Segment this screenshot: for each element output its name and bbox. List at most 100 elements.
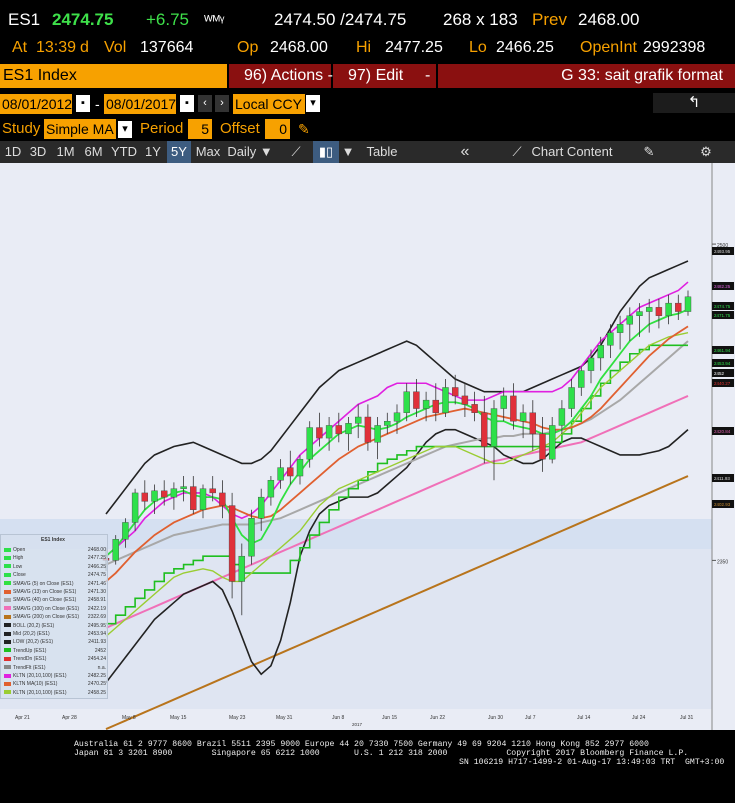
- settings-gear-icon[interactable]: ⚙: [694, 141, 718, 163]
- security-field[interactable]: ES1 Index: [0, 64, 227, 88]
- legend-swatch: [4, 682, 11, 687]
- candle-body: [529, 412, 537, 435]
- actions-button[interactable]: 96) Actions -: [229, 64, 333, 88]
- value-tag-label: 2493.95: [714, 249, 731, 254]
- high-value: 2477.25: [385, 39, 443, 56]
- next-period-icon[interactable]: ›: [215, 95, 229, 112]
- candle-body: [248, 518, 255, 557]
- legend-item-value: 2471.30: [87, 589, 106, 595]
- currency-dropdown-icon[interactable]: ▾: [306, 95, 320, 112]
- legend-item: KLTN MA(10) (ES1) 2470.25: [4, 681, 108, 688]
- price-chart[interactable]: 250023502493.952482.252474.752471.752461…: [0, 163, 735, 730]
- legend-item: KLTN (20,10,100) (ES1) 2482.25: [4, 673, 108, 680]
- x-tick-label: May 31: [276, 715, 293, 721]
- legend-item: SMAVG (40) on Close (ES1) 2458.91: [4, 597, 108, 604]
- legend-swatch: [4, 640, 11, 645]
- bid-ask: 2474.50 /2474.75: [274, 10, 407, 29]
- legend-item: TrendDn (ES1) 2454.24: [4, 656, 108, 663]
- time: 13:39: [36, 39, 77, 56]
- candle-body: [287, 467, 294, 477]
- candle-body: [597, 345, 604, 359]
- range-6m[interactable]: 6M: [81, 141, 106, 163]
- x-tick-label: May 23: [229, 715, 246, 721]
- range-1y[interactable]: 1Y: [142, 141, 164, 163]
- line-chart-icon[interactable]: ⟋: [284, 141, 308, 163]
- offset-input[interactable]: 0: [265, 119, 290, 139]
- legend-item-value: 2470.25: [87, 681, 106, 688]
- ticker[interactable]: ES1: [8, 6, 40, 34]
- candle-body: [403, 391, 410, 413]
- legend-panel: ES1 Index Open 2468.00 High 2477.25 Low 2466.…: [0, 534, 108, 699]
- pencil-icon[interactable]: ✎: [298, 118, 310, 140]
- candle-chart-icon[interactable]: ▮▯: [313, 141, 339, 163]
- at-label: At: [12, 39, 28, 56]
- end-date-input[interactable]: 08/01/2017: [104, 94, 176, 114]
- chart-content-button[interactable]: Chart Content: [530, 141, 614, 163]
- start-date-input[interactable]: 08/01/2012: [0, 94, 72, 114]
- legend-item-name: SMAVG (100) on Close (ES1): [13, 605, 80, 612]
- candle-body: [471, 404, 478, 413]
- open-value: 2468.00: [270, 39, 328, 56]
- range-1d[interactable]: 1D: [2, 141, 24, 163]
- legend-item-name: SMAVG (13) on Close (ES1): [13, 589, 77, 595]
- candle-body: [180, 486, 187, 489]
- candle-body: [461, 395, 469, 405]
- start-calendar-icon[interactable]: ▪: [76, 95, 90, 112]
- legend-item-value: 2477.25: [87, 555, 106, 562]
- legend-item: SMAVG (200) on Close (ES1) 2322.69: [4, 614, 108, 621]
- quote-line-1: ES1 2474.75 +6.75 ᵂᴹᵞ 2474.50 /2474.75 2…: [0, 6, 735, 34]
- range-max[interactable]: Max: [194, 141, 222, 163]
- prev-period-icon[interactable]: ‹: [198, 95, 212, 112]
- legend-swatch: [4, 648, 11, 653]
- edit-button[interactable]: 97) Edit -: [333, 64, 436, 88]
- period-input[interactable]: 5: [188, 119, 212, 139]
- vol-label: Vol: [104, 39, 127, 56]
- chart-content-icon[interactable]: ⟋: [506, 141, 528, 163]
- legend-swatch: [4, 606, 11, 611]
- legend-item: BOLL (20,2) (ES1) 2495.95: [4, 623, 108, 630]
- prev-label: Prev: [532, 10, 567, 29]
- chart-type-dropdown-icon[interactable]: ▼: [340, 141, 356, 163]
- candle-body: [568, 387, 575, 409]
- candle-body: [665, 302, 672, 316]
- table-button[interactable]: Table: [362, 141, 402, 163]
- back-button[interactable]: ↰: [653, 93, 735, 113]
- vol-value: 137664: [140, 39, 194, 56]
- chart-panel[interactable]: 2500 2350 2493.95 2482.25 2474.75 2471.75 2461…: [0, 163, 735, 730]
- collapse-icon[interactable]: «: [452, 141, 478, 163]
- range-3d[interactable]: 3D: [27, 141, 49, 163]
- legend-swatch: [4, 631, 11, 636]
- end-calendar-icon[interactable]: ▪: [180, 95, 194, 112]
- study-select[interactable]: Simple MA: [44, 119, 116, 139]
- legend-item: SMAVG (13) on Close (ES1) 2471.30: [4, 589, 108, 596]
- candle-body: [384, 421, 391, 426]
- x-tick-label: Jun 30: [488, 715, 503, 721]
- range-ytd[interactable]: YTD: [109, 141, 139, 163]
- footer-session-info: SN 106219 H717-1499-2 01-Aug-17 13:49:03…: [459, 758, 725, 767]
- edit-chart-icon[interactable]: ✎: [637, 141, 661, 163]
- range-5y[interactable]: 5Y: [167, 141, 191, 163]
- candle-body: [616, 324, 624, 333]
- legend-item-value: 2452: [94, 647, 106, 654]
- candle-body: [170, 488, 178, 498]
- range-1m[interactable]: 1M: [53, 141, 78, 163]
- candle-body: [374, 425, 381, 443]
- legend-swatch: [4, 547, 11, 552]
- candle-body: [316, 427, 323, 439]
- legend-item-value: 2466.25: [87, 563, 106, 570]
- quote-line-2: At 13:39 d Vol 137664 Op 2468.00 Hi 2477…: [0, 36, 735, 62]
- candle-body: [422, 399, 430, 409]
- value-tag-label: 2474.75: [714, 304, 731, 309]
- x-tick-label: May 15: [170, 715, 187, 721]
- candle-body: [587, 357, 595, 371]
- legend-item-name: KLTN MA(10) (ES1): [13, 681, 58, 688]
- candle-body: [354, 416, 362, 424]
- legend-item-name: LOW (20,2) (ES1): [13, 639, 54, 646]
- x-tick-label: Apr 21: [15, 715, 30, 721]
- open-label: Op: [237, 39, 259, 56]
- currency-select[interactable]: Local CCY: [233, 94, 305, 114]
- candle-body: [626, 315, 634, 325]
- study-dropdown-icon[interactable]: ▾: [118, 121, 132, 138]
- frequency-select[interactable]: Daily ▼: [225, 141, 275, 163]
- candle-body: [558, 408, 566, 426]
